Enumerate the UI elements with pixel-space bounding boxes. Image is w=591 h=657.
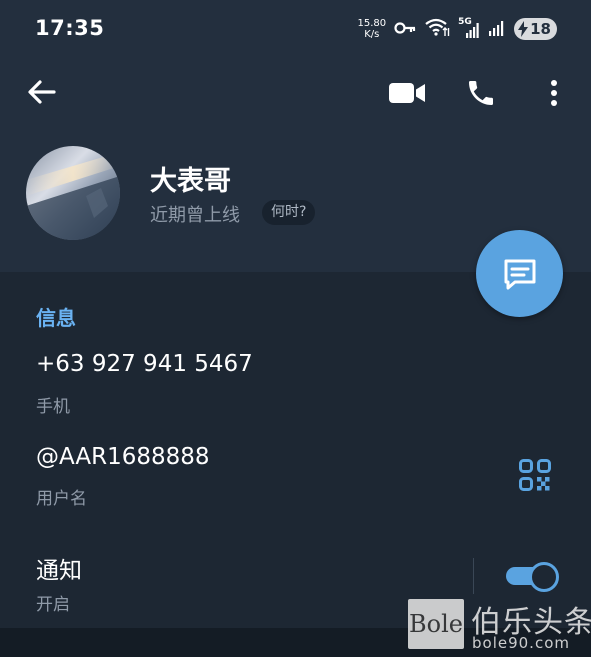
network-speed-value: 15.80 bbox=[357, 18, 387, 29]
back-button[interactable] bbox=[24, 74, 60, 110]
battery-level: 18 bbox=[530, 20, 551, 38]
notifications-toggle[interactable] bbox=[504, 561, 559, 592]
video-call-button[interactable] bbox=[386, 76, 428, 110]
qr-code-icon bbox=[519, 459, 551, 491]
more-vertical-icon bbox=[551, 80, 557, 106]
status-bar-icons: 15.80 K/s 5G 18 bbox=[357, 15, 557, 43]
signal-5g-icon: 5G bbox=[458, 17, 480, 39]
notifications-title[interactable]: 通知 bbox=[36, 551, 82, 585]
notifications-divider bbox=[473, 558, 474, 594]
wifi-icon bbox=[424, 17, 450, 41]
signal-icon bbox=[488, 17, 506, 41]
avatar[interactable] bbox=[26, 146, 120, 240]
last-seen-when-button[interactable]: 何时? bbox=[262, 200, 316, 225]
watermark-url: bole90.com bbox=[472, 634, 570, 652]
username-label: 用户名 bbox=[36, 489, 87, 509]
phone-number-label: 手机 bbox=[36, 397, 70, 417]
notifications-state-label: 开启 bbox=[36, 595, 70, 615]
charging-bolt-icon bbox=[518, 21, 529, 37]
phone-number-value[interactable]: +63 927 941 5467 bbox=[36, 351, 253, 377]
status-time: 17:35 bbox=[35, 16, 105, 40]
send-message-button[interactable] bbox=[476, 230, 563, 317]
profile-name: 大表哥 bbox=[150, 166, 231, 197]
battery-indicator: 18 bbox=[514, 18, 557, 40]
video-camera-icon bbox=[389, 83, 425, 103]
message-icon bbox=[504, 259, 535, 289]
network-speed-unit: K/s bbox=[364, 29, 380, 40]
qr-code-button[interactable] bbox=[518, 458, 552, 492]
last-seen-status: 近期曾上线 bbox=[150, 205, 240, 226]
phone-icon bbox=[469, 81, 493, 105]
info-section-title: 信息 bbox=[36, 306, 76, 330]
more-options-button[interactable] bbox=[542, 74, 566, 112]
username-value[interactable]: @AAR1688888 bbox=[36, 444, 210, 470]
key-icon bbox=[394, 20, 416, 39]
arrow-left-icon bbox=[28, 80, 56, 104]
voice-call-button[interactable] bbox=[462, 74, 500, 112]
watermark-logo: Bole bbox=[408, 599, 464, 649]
watermark: Bole 伯乐头条 bole90.com bbox=[408, 597, 591, 653]
network-speed: 15.80 K/s bbox=[357, 18, 386, 40]
contact-profile-screen: 17:35 15.80 K/s 5G 18 大表哥 近期曾上线 何时? 信息 +… bbox=[0, 0, 591, 657]
toggle-knob bbox=[529, 562, 559, 592]
